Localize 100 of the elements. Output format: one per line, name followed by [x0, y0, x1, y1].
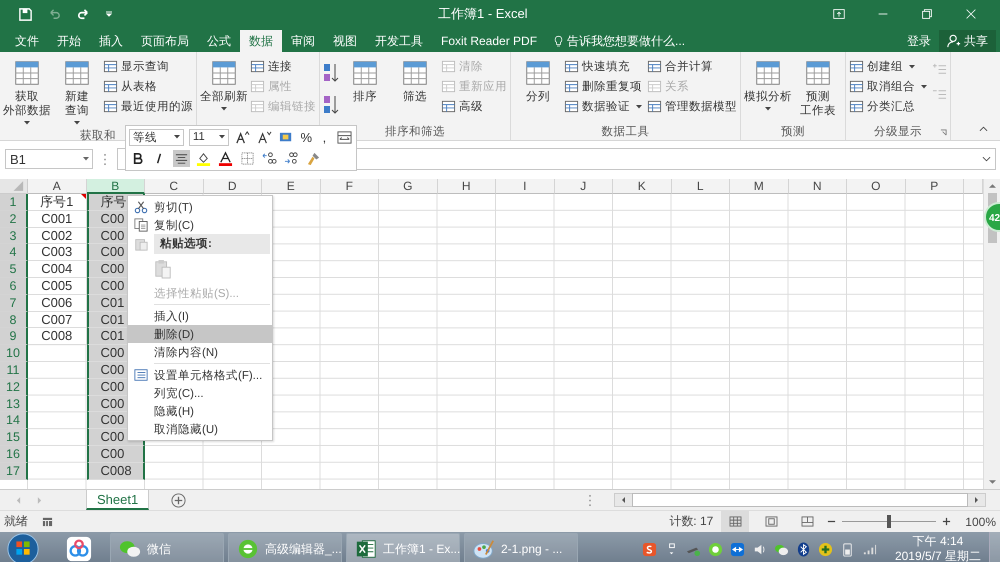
ribbon-button[interactable]: 数据验证 [564, 98, 645, 115]
percent-button[interactable]: % [300, 130, 313, 145]
bluetooth-icon[interactable] [796, 542, 811, 556]
zoom-in-icon[interactable] [942, 517, 952, 526]
scroll-right-icon[interactable] [973, 497, 980, 503]
ribbon-button[interactable]: 筛选 [391, 56, 439, 104]
view-button[interactable] [721, 511, 750, 532]
scroll-up-icon[interactable] [988, 183, 996, 189]
name-box[interactable]: B1 [5, 149, 93, 169]
close-icon[interactable] [964, 7, 978, 21]
ribbon-tab[interactable]: 数据 [240, 30, 282, 52]
row-header[interactable]: 9 [0, 328, 28, 346]
horizontal-scrollbar[interactable] [614, 493, 986, 507]
row-header[interactable]: 1 [0, 194, 28, 211]
column-header[interactable]: C [145, 179, 204, 194]
font-color-icon[interactable] [217, 150, 234, 168]
column-header[interactable]: H [438, 179, 496, 194]
ribbon-button[interactable]: 预测 工作表 [794, 56, 842, 118]
ribbon-button[interactable]: 分类汇总 [849, 98, 930, 115]
browser-icon[interactable] [708, 542, 723, 556]
ribbon-button[interactable]: 新建 查询 [53, 56, 101, 128]
row-header[interactable]: 14 [0, 412, 28, 430]
ribbon-button[interactable]: 连接 [250, 58, 316, 75]
ribbon-button[interactable]: 删除重复项 [564, 78, 645, 95]
format-painter-icon[interactable] [305, 150, 322, 168]
start-button[interactable] [6, 532, 40, 562]
ribbon-tab[interactable]: 公式 [198, 30, 240, 52]
remote-app-icon[interactable] [730, 542, 745, 556]
ribbon-button[interactable]: 最近使用的源 [103, 98, 193, 115]
sort-descending-icon[interactable] [323, 94, 339, 116]
ribbon-tab[interactable]: 视图 [324, 30, 366, 52]
center-align-icon[interactable] [173, 150, 190, 168]
column-header[interactable]: P [906, 179, 964, 194]
shrink-font-icon[interactable] [256, 128, 273, 146]
row-header[interactable]: 8 [0, 312, 28, 328]
cloud-app-icon[interactable] [66, 536, 92, 562]
dialog-launcher-icon[interactable] [940, 129, 947, 136]
input-method-icon[interactable] [642, 542, 657, 556]
scroll-down-icon[interactable] [988, 479, 996, 485]
ribbon-button[interactable]: 取消组合 [849, 78, 930, 95]
column-header[interactable]: L [672, 179, 730, 194]
redo-icon[interactable] [76, 6, 91, 22]
column-header[interactable]: M [730, 179, 788, 194]
ribbon-button[interactable]: 创建组 [849, 58, 930, 75]
sign-in-link[interactable]: 登录 [899, 30, 939, 52]
ribbon-button[interactable]: 模拟分析 [744, 56, 792, 114]
font-size-field[interactable]: 11 [188, 128, 229, 146]
sheet-tab[interactable]: Sheet1 [86, 490, 150, 510]
sort-ascending-icon[interactable] [323, 62, 339, 84]
column-header[interactable]: J [554, 179, 613, 194]
share-button[interactable]: 共享 [939, 30, 996, 52]
ribbon-tab[interactable]: 页面布局 [132, 30, 198, 52]
row-header[interactable]: 17 [0, 462, 28, 480]
ribbon-button[interactable]: 全部刷新 [200, 56, 248, 114]
ribbon-button[interactable]: 从表格 [103, 78, 193, 95]
row-header[interactable]: 7 [0, 294, 28, 312]
ribbon-button[interactable]: 获取 外部数据 [3, 56, 51, 128]
column-header[interactable]: F [320, 179, 379, 194]
ribbon-button[interactable]: 合并计算 [647, 58, 737, 75]
ribbon-tab[interactable]: 审阅 [282, 30, 324, 52]
row-header[interactable]: 13 [0, 396, 28, 412]
grow-font-icon[interactable] [234, 128, 251, 146]
row-header[interactable]: 5 [0, 261, 28, 278]
ribbon-display-icon[interactable] [832, 7, 846, 21]
row-header[interactable]: 2 [0, 210, 28, 228]
row-header[interactable]: 3 [0, 228, 28, 244]
column-header[interactable]: G [379, 179, 438, 194]
ribbon-button[interactable]: 管理数据模型 [647, 98, 737, 115]
scroll-left-icon[interactable] [620, 497, 627, 503]
row-header[interactable]: 15 [0, 429, 28, 446]
comma-style-button[interactable]: , [318, 130, 332, 145]
collapse-ribbon-icon[interactable] [979, 126, 988, 132]
column-header[interactable]: K [613, 179, 672, 194]
ribbon-tab[interactable]: Foxit Reader PDF [432, 30, 546, 52]
column-header[interactable]: B [86, 179, 145, 194]
restore-icon[interactable] [920, 7, 934, 21]
row-header[interactable]: 11 [0, 362, 28, 379]
column-header[interactable]: D [204, 179, 262, 194]
ribbon-button[interactable]: 高级 [441, 98, 507, 115]
row-header[interactable]: 4 [0, 244, 28, 262]
row-header[interactable]: 16 [0, 446, 28, 463]
zoom-slider-thumb[interactable] [887, 515, 892, 528]
column-header[interactable]: A [28, 179, 86, 194]
column-width-icon[interactable] [336, 128, 354, 146]
customize-icon[interactable] [105, 10, 113, 18]
expand-icon[interactable] [982, 156, 991, 162]
menu-item[interactable]: 删除(D) [128, 325, 272, 343]
borders-icon[interactable] [239, 150, 256, 168]
ribbon-button[interactable]: 显示查询 [103, 58, 193, 75]
ribbon-tab[interactable]: 开发工具 [366, 30, 432, 52]
save-icon[interactable] [18, 6, 33, 22]
column-header[interactable]: O [847, 179, 906, 194]
column-header[interactable]: I [496, 179, 554, 194]
vertical-scrollbar[interactable] [983, 179, 1000, 489]
ribbon-button[interactable]: 分列 [514, 56, 562, 104]
add-sheet-icon[interactable] [171, 492, 186, 508]
ribbon-tab[interactable]: 文件 [6, 30, 48, 52]
ribbon-tab[interactable]: 插入 [90, 30, 132, 52]
column-header[interactable]: E [262, 179, 320, 194]
macro-record-icon[interactable] [42, 516, 53, 527]
